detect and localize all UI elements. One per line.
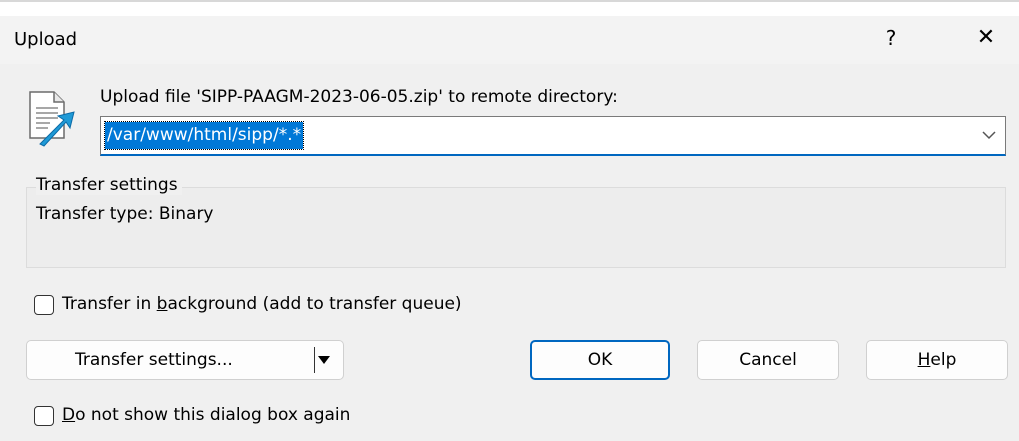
upload-destination-label: Upload file 'SIPP-PAAGM-2023-06-05.zip' …	[100, 87, 618, 107]
background-label-post: ackground (add to transfer queue)	[167, 294, 462, 314]
remote-directory-combobox[interactable]: /var/www/html/sipp/*.*	[100, 116, 1006, 156]
transfer-type-text: Transfer type: Binary	[36, 204, 214, 224]
cancel-button-label: Cancel	[739, 350, 797, 370]
transfer-settings-group	[26, 188, 1006, 268]
chevron-down-icon[interactable]	[981, 127, 997, 143]
background-label-pre: Transfer in	[62, 294, 157, 314]
ok-button[interactable]: OK	[530, 340, 670, 380]
dialog-title: Upload	[14, 29, 78, 50]
help-button[interactable]: Help	[866, 340, 1008, 380]
dont-show-label-post: o not show this dialog box again	[75, 405, 351, 425]
help-button-label: elp	[930, 350, 957, 370]
dialog-titlebar: Upload ? ✕	[0, 16, 1019, 64]
help-icon[interactable]: ?	[876, 26, 906, 50]
transfer-settings-legend: Transfer settings	[36, 175, 182, 195]
split-button-divider	[314, 347, 315, 373]
background-window-edge	[0, 0, 1019, 2]
ok-button-label: OK	[587, 350, 613, 370]
do-not-show-again-label[interactable]: Do not show this dialog box again	[62, 405, 350, 425]
transfer-settings-split-button[interactable]: Transfer settings...	[26, 340, 344, 380]
do-not-show-again-checkbox[interactable]	[34, 406, 54, 426]
upload-file-icon	[29, 91, 75, 147]
transfer-in-background-checkbox[interactable]	[34, 295, 54, 315]
cancel-button[interactable]: Cancel	[697, 340, 839, 380]
dropdown-arrow-icon[interactable]	[318, 356, 330, 364]
remote-directory-value[interactable]: /var/www/html/sipp/*.*	[103, 121, 305, 150]
close-icon[interactable]: ✕	[966, 25, 1006, 50]
transfer-in-background-label[interactable]: Transfer in background (add to transfer …	[62, 294, 462, 314]
background-window-strip	[0, 0, 1019, 16]
help-button-accesskey: H	[917, 350, 931, 370]
transfer-settings-button-label: Transfer settings...	[75, 350, 233, 370]
dont-show-accesskey: D	[62, 405, 76, 425]
background-label-accesskey: b	[156, 294, 168, 314]
